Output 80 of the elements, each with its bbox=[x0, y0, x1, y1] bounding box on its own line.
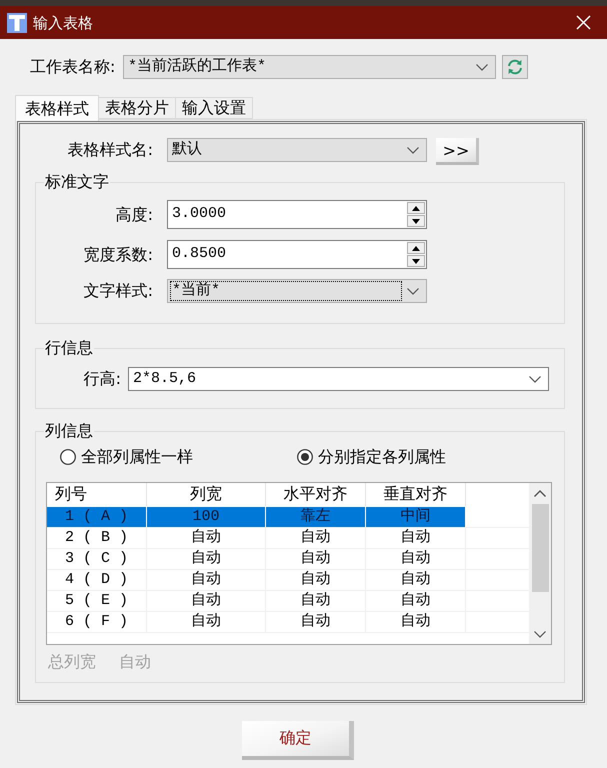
ok-button[interactable]: 确定 bbox=[242, 721, 354, 760]
table-row[interactable]: 1 ( A ) 100 靠左 中间 bbox=[47, 507, 529, 528]
group-title: 列信息 bbox=[44, 421, 94, 441]
up-triangle-icon bbox=[412, 246, 420, 250]
spin-down-button[interactable] bbox=[407, 215, 425, 227]
spin-down-button[interactable] bbox=[407, 255, 425, 267]
down-triangle-icon bbox=[412, 218, 420, 224]
radio-icon[interactable] bbox=[297, 449, 313, 465]
table-cell: 6 ( F ) bbox=[47, 612, 147, 632]
row-height-field[interactable]: 2*8.5,6 bbox=[128, 367, 549, 391]
table-cell: 自动 bbox=[266, 570, 366, 590]
spin-up-button[interactable] bbox=[407, 202, 425, 214]
table-cell: 自动 bbox=[147, 612, 266, 632]
table-cell: 自动 bbox=[366, 549, 466, 569]
chevron-down-icon[interactable] bbox=[534, 630, 546, 638]
table-cell: 100 bbox=[147, 507, 266, 527]
chevron-down-icon[interactable] bbox=[407, 146, 419, 154]
table-row[interactable]: 3 ( C ) 自动 自动 自动 bbox=[47, 549, 529, 570]
radio-option[interactable]: 分别指定各列属性 bbox=[297, 447, 446, 467]
chevron-down-icon[interactable] bbox=[407, 288, 419, 294]
table-cell: 5 ( E ) bbox=[47, 591, 147, 611]
table-cell: 中间 bbox=[366, 507, 466, 527]
field-label: 工作表名称: bbox=[30, 57, 116, 77]
table-cell: 自动 bbox=[147, 591, 266, 611]
spin-up-button[interactable] bbox=[407, 242, 425, 254]
table-cell: 自动 bbox=[366, 591, 466, 611]
table-cell: 2 ( B ) bbox=[47, 528, 147, 548]
style-dropdown[interactable]: 默认 bbox=[167, 138, 427, 162]
number-field[interactable]: 3.0000 bbox=[167, 200, 427, 229]
table-cell: 自动 bbox=[366, 570, 466, 590]
table-cell: 自动 bbox=[147, 528, 266, 548]
refresh-icon[interactable] bbox=[502, 55, 528, 79]
group-title: 标准文字 bbox=[44, 172, 110, 192]
radio-icon[interactable] bbox=[60, 449, 76, 465]
table-cell: 靠左 bbox=[266, 507, 366, 527]
field-label: 行高: bbox=[82, 369, 121, 389]
total-width-label: 总列宽 bbox=[48, 652, 96, 672]
table-cell: 1 ( A ) bbox=[47, 507, 147, 527]
chevron-down-icon[interactable] bbox=[529, 376, 541, 382]
table-cell: 自动 bbox=[147, 549, 266, 569]
field-label: 宽度系数: bbox=[82, 244, 153, 264]
table-row[interactable]: 2 ( B ) 自动 自动 自动 bbox=[47, 528, 529, 549]
column-header[interactable]: 水平对齐 bbox=[266, 483, 366, 506]
worksheet-dropdown[interactable]: *当前活跃的工作表* bbox=[123, 55, 496, 79]
group-title: 行信息 bbox=[44, 338, 94, 358]
tab[interactable]: 输入设置 bbox=[176, 97, 253, 119]
tab[interactable]: 表格分片 bbox=[99, 97, 176, 119]
total-width-value: 自动 bbox=[119, 652, 151, 672]
table-cell: 自动 bbox=[266, 591, 366, 611]
table-cell: 3 ( C ) bbox=[47, 549, 147, 569]
table-cell: 自动 bbox=[266, 528, 366, 548]
column-header[interactable]: 列号 bbox=[47, 483, 147, 506]
column-header[interactable]: 列宽 bbox=[147, 483, 266, 506]
window-title: 输入表格 bbox=[33, 12, 94, 32]
table-row[interactable]: 4 ( D ) 自动 自动 自动 bbox=[47, 570, 529, 591]
table-cell: 自动 bbox=[266, 549, 366, 569]
text-style-dropdown[interactable]: *当前* bbox=[167, 279, 427, 303]
chevron-down-icon[interactable] bbox=[476, 64, 488, 70]
radio-option[interactable]: 全部列属性一样 bbox=[60, 447, 193, 467]
table-row[interactable]: 6 ( F ) 自动 自动 自动 bbox=[47, 612, 529, 633]
scrollbar-thumb[interactable] bbox=[532, 504, 548, 592]
table-cell: 自动 bbox=[366, 528, 466, 548]
down-triangle-icon bbox=[412, 258, 420, 264]
scrollbar[interactable] bbox=[529, 483, 551, 644]
field-label: 文字样式: bbox=[82, 281, 153, 301]
app-icon bbox=[7, 12, 27, 32]
close-icon[interactable] bbox=[576, 15, 591, 30]
more-button[interactable]: >> bbox=[436, 138, 479, 165]
table-cell: 4 ( D ) bbox=[47, 570, 147, 590]
up-triangle-icon bbox=[412, 206, 420, 210]
field-label: 高度: bbox=[114, 204, 153, 224]
table-cell: 自动 bbox=[266, 612, 366, 632]
field-label: 表格样式名: bbox=[66, 139, 153, 161]
chevron-up-icon[interactable] bbox=[534, 490, 546, 496]
table-row[interactable]: 5 ( E ) 自动 自动 自动 bbox=[47, 591, 529, 612]
number-field[interactable]: 0.8500 bbox=[167, 240, 427, 269]
table-cell: 自动 bbox=[366, 612, 466, 632]
column-header[interactable]: 垂直对齐 bbox=[366, 483, 466, 506]
tab[interactable]: 表格样式 bbox=[15, 95, 99, 121]
table-cell: 自动 bbox=[147, 570, 266, 590]
